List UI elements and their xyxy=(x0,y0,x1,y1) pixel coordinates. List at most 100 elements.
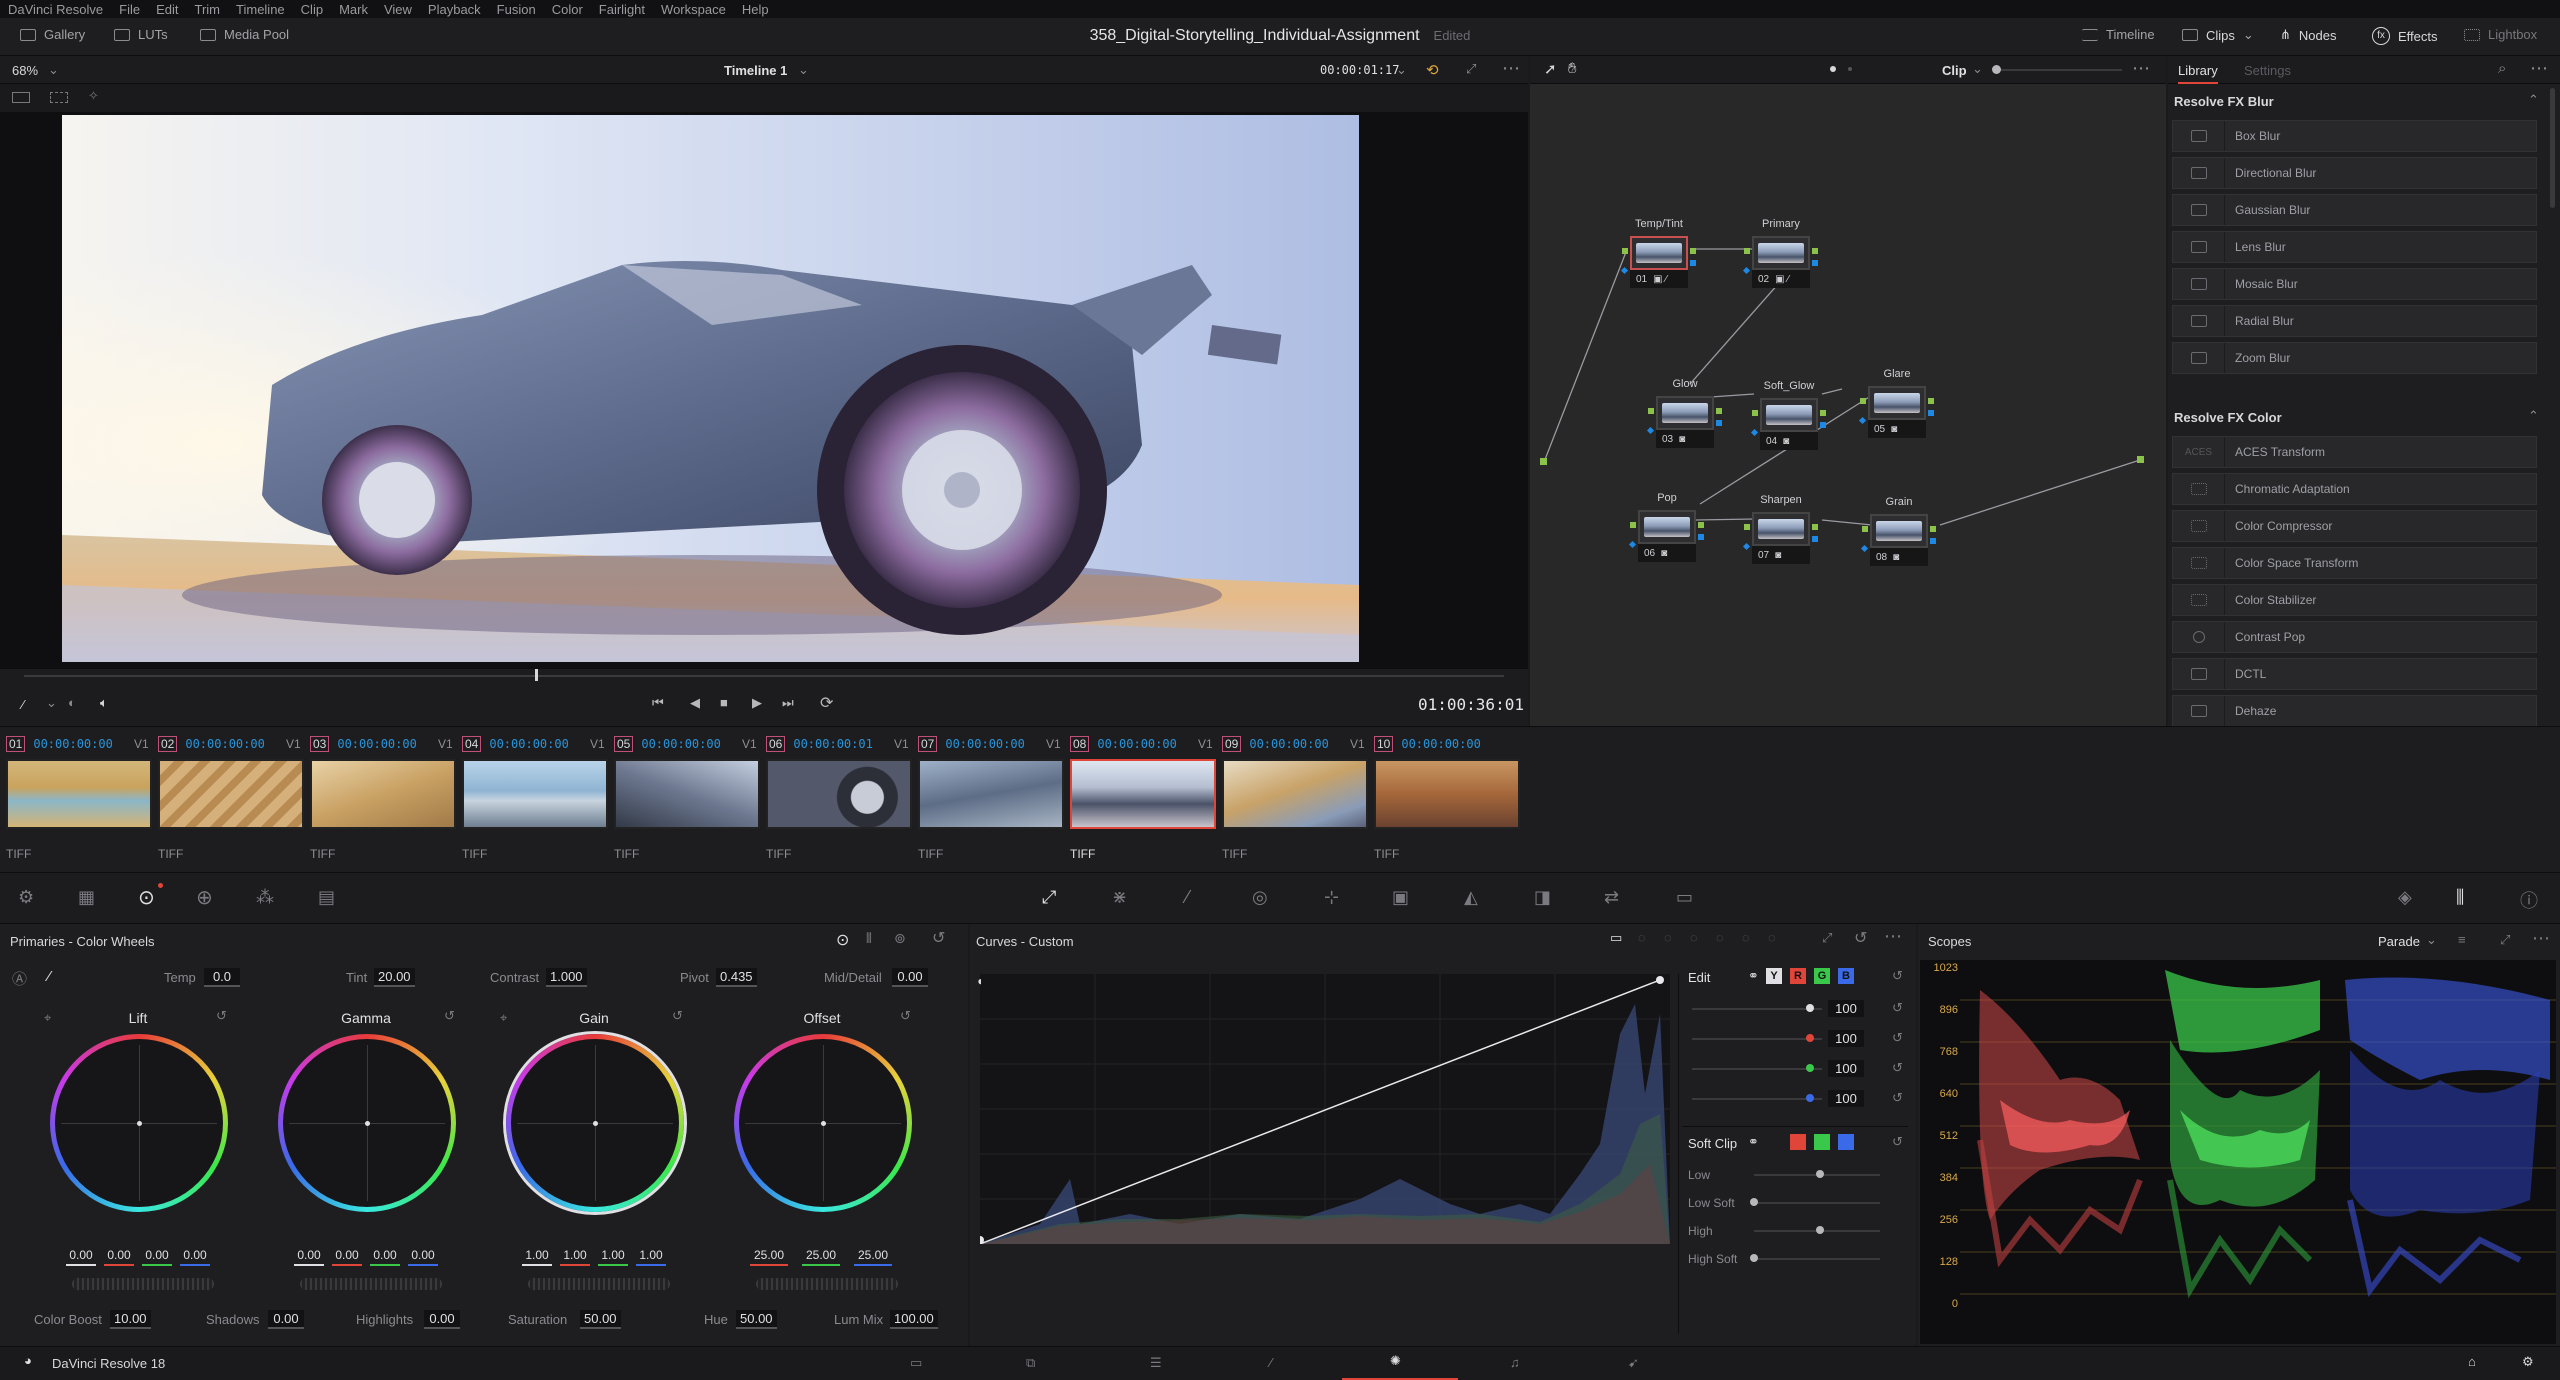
picker-icon[interactable]: ⁄ xyxy=(22,697,24,712)
reset-icon[interactable]: ↺ xyxy=(1892,1060,1903,1076)
softclip-r-toggle[interactable] xyxy=(1790,1134,1806,1150)
color-boost-field[interactable]: 10.00 xyxy=(110,1310,151,1329)
nodes-toggle[interactable]: ⋔ Nodes xyxy=(2280,27,2336,43)
blur-icon[interactable]: ◭ xyxy=(1464,887,1478,908)
go-to-start-icon[interactable]: ⏮︎ xyxy=(652,695,664,711)
project-settings-icon[interactable]: ⚙︎ xyxy=(2522,1354,2534,1370)
intensity-g-handle[interactable] xyxy=(1806,1064,1814,1072)
search-icon[interactable]: ⌕ xyxy=(2498,60,2506,77)
softclip-b-toggle[interactable] xyxy=(1838,1134,1854,1150)
hdr-wheels-icon[interactable]: ⊕ xyxy=(196,885,213,910)
reset-icon[interactable]: ↺ xyxy=(1892,968,1903,984)
node-08[interactable]: Grain 08 ◙ xyxy=(1860,496,1936,570)
input-pin[interactable] xyxy=(1648,408,1654,414)
fx-blur-header[interactable]: Resolve FX Blur xyxy=(2174,94,2274,109)
lum-vs-sat-icon[interactable]: ◌ xyxy=(1716,930,1724,945)
camera-raw-icon[interactable]: ⚙︎ xyxy=(18,887,34,908)
hue-field[interactable]: 50.00 xyxy=(736,1310,777,1329)
page-dot[interactable] xyxy=(1848,67,1852,71)
menu-trim[interactable]: Trim xyxy=(195,2,221,17)
output-pin[interactable] xyxy=(1812,524,1818,530)
window-icon[interactable]: ◎ xyxy=(1252,887,1268,908)
key-output-pin[interactable] xyxy=(1690,260,1696,266)
output-pin[interactable] xyxy=(1690,248,1696,254)
menu-mark[interactable]: Mark xyxy=(339,2,368,17)
chevron-down-icon[interactable]: ⌄ xyxy=(1972,61,1983,77)
more-options-icon[interactable]: ⋯ xyxy=(2530,58,2548,79)
gain-b[interactable]: 1.00 xyxy=(636,1248,666,1266)
zoom-level[interactable]: 68% xyxy=(12,63,38,78)
menu-app[interactable]: DaVinci Resolve xyxy=(8,2,103,17)
intensity-y-slider[interactable] xyxy=(1692,1008,1822,1010)
pivot-field[interactable]: 0.435 xyxy=(716,968,757,987)
intensity-g-field[interactable]: 100 xyxy=(1828,1060,1864,1077)
go-to-end-icon[interactable]: ⏭︎ xyxy=(782,695,794,711)
key-output-pin[interactable] xyxy=(1930,538,1936,544)
color-warper-icon[interactable]: ⋇ xyxy=(1112,887,1127,908)
info-icon[interactable]: ⓘ xyxy=(2520,887,2538,913)
lift-handle[interactable] xyxy=(137,1121,142,1126)
clips-toggle[interactable]: Clips ⌄ xyxy=(2182,27,2254,43)
offset-b[interactable]: 25.00 xyxy=(854,1248,892,1266)
key-output-pin[interactable] xyxy=(1716,420,1722,426)
lift-b[interactable]: 0.00 xyxy=(180,1248,210,1266)
fx-item[interactable]: ACES ACES Transform xyxy=(2172,436,2537,468)
channel-b-toggle[interactable]: B xyxy=(1838,968,1854,984)
gamma-handle[interactable] xyxy=(365,1121,370,1126)
reset-icon[interactable]: ↺ xyxy=(1892,1000,1903,1016)
motion-effects-icon[interactable]: ▤ xyxy=(318,887,335,908)
offset-r[interactable]: 25.00 xyxy=(750,1248,788,1266)
fx-item[interactable]: Contrast Pop xyxy=(2172,621,2537,653)
menu-timeline[interactable]: Timeline xyxy=(236,2,285,17)
intensity-r-handle[interactable] xyxy=(1806,1034,1814,1042)
chevron-down-icon[interactable]: ⌄ xyxy=(798,62,809,78)
intensity-g-slider[interactable] xyxy=(1692,1068,1822,1070)
deliver-page-icon[interactable]: ➹ xyxy=(1628,1355,1639,1371)
gamma-wheel[interactable] xyxy=(278,1034,456,1212)
hue-vs-lum-icon[interactable]: ◌ xyxy=(1690,930,1698,945)
sat-vs-sat-icon[interactable]: ◌ xyxy=(1742,930,1750,945)
offset-master-wheel[interactable] xyxy=(756,1278,898,1290)
highlights-field[interactable]: 0.00 xyxy=(424,1310,460,1329)
fullscreen-icon[interactable]: ⤢ xyxy=(1466,61,1476,77)
color-match-icon[interactable]: ▦ xyxy=(78,887,95,908)
output-pin[interactable] xyxy=(1812,248,1818,254)
tint-field[interactable]: 20.00 xyxy=(374,968,415,987)
intensity-r-slider[interactable] xyxy=(1692,1038,1822,1040)
scopes-icon[interactable]: ⫼ xyxy=(2456,887,2464,908)
input-pin[interactable] xyxy=(1744,524,1750,530)
gamma-b[interactable]: 0.00 xyxy=(408,1248,438,1266)
grid-icon[interactable] xyxy=(50,92,68,103)
viewer-canvas[interactable] xyxy=(0,112,1528,668)
auto-balance-icon[interactable]: Ⓐ xyxy=(12,968,27,989)
gamma-master-wheel[interactable] xyxy=(300,1278,442,1290)
log-mode-icon[interactable]: ⊚ xyxy=(894,930,906,947)
reset-icon[interactable]: ↺ xyxy=(932,928,945,948)
gamma-r[interactable]: 0.00 xyxy=(332,1248,362,1266)
saturation-field[interactable]: 50.00 xyxy=(580,1310,621,1329)
menu-workspace[interactable]: Workspace xyxy=(661,2,726,17)
fx-item[interactable]: Dehaze xyxy=(2172,695,2537,726)
soft-clip-high-soft-handle[interactable] xyxy=(1750,1254,1758,1262)
chevron-down-icon[interactable]: ⌄ xyxy=(46,695,57,711)
lift-y[interactable]: 0.00 xyxy=(66,1248,96,1266)
channel-r-toggle[interactable]: R xyxy=(1790,968,1806,984)
menu-help[interactable]: Help xyxy=(742,2,769,17)
soft-clip-low-handle[interactable] xyxy=(1816,1170,1824,1178)
node-06[interactable]: Pop 06 ◙ xyxy=(1628,492,1704,566)
color-page-tab[interactable]: ✺ xyxy=(1342,1347,1458,1380)
menu-fairlight[interactable]: Fairlight xyxy=(599,2,645,17)
key-output-pin[interactable] xyxy=(1812,260,1818,266)
offset-g[interactable]: 25.00 xyxy=(802,1248,840,1266)
picker-icon[interactable]: ⁄ xyxy=(48,968,51,985)
media-page-icon[interactable]: ▭ xyxy=(910,1355,922,1371)
reset-icon[interactable]: ↺ xyxy=(900,1008,911,1024)
scrubber-track[interactable] xyxy=(24,675,1504,677)
scope-mode-select[interactable]: Parade xyxy=(2378,934,2420,949)
link-icon[interactable]: ⚭ xyxy=(1748,968,1759,984)
key-output-pin[interactable] xyxy=(1820,422,1826,428)
fx-item[interactable]: Directional Blur xyxy=(2172,157,2537,189)
keyframes-icon[interactable]: ◈ xyxy=(2398,887,2412,908)
play-reverse-icon[interactable]: ◀︎ xyxy=(690,695,700,711)
tracker-icon[interactable]: ⊹ xyxy=(1324,887,1339,908)
